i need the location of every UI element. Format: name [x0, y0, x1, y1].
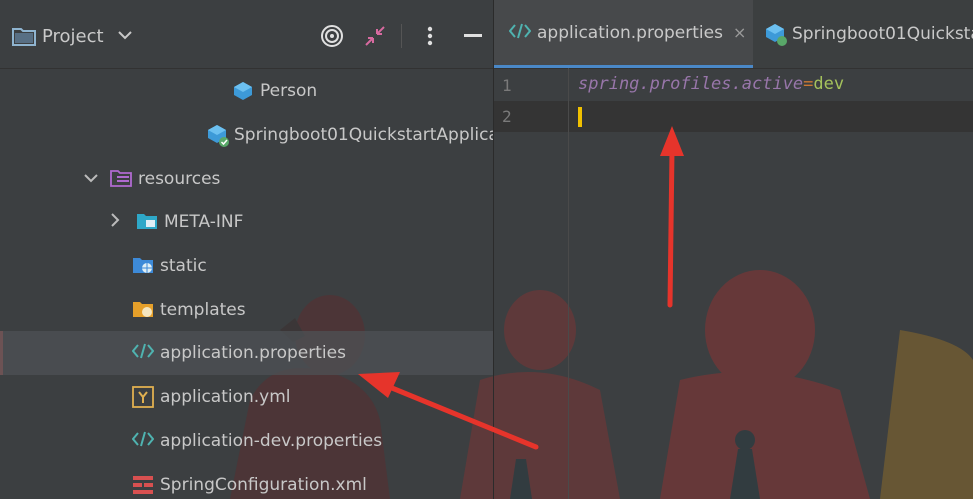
tree-item-meta-inf[interactable]: META-INF [110, 201, 243, 243]
editor-pane: application.properties × Springboot01Qui… [493, 0, 973, 499]
tree-item-label: application-dev.properties [160, 431, 383, 451]
properties-file-icon [131, 342, 155, 364]
project-panel: Project Person Springboot01QuickstartApp… [0, 0, 493, 499]
line-number-gutter: 1 2 [494, 68, 569, 499]
tree-item-application-properties[interactable]: application.properties [0, 331, 493, 375]
tree-item-label: SpringConfiguration.xml [160, 475, 367, 495]
tree-item-resources[interactable]: resources [84, 158, 220, 200]
line-number: 1 [502, 76, 512, 95]
tree-item-label: resources [138, 169, 221, 189]
minimize-icon[interactable] [462, 22, 484, 50]
code-line-1[interactable]: spring.profiles.active=dev [578, 74, 844, 94]
tab-springboot-application[interactable]: Springboot01Quickstar [764, 0, 973, 68]
close-icon[interactable]: × [733, 23, 746, 42]
java-class-icon [232, 80, 254, 102]
tree-item-label: templates [160, 300, 246, 320]
tree-item-static[interactable]: static [132, 245, 207, 287]
tab-label: application.properties [537, 22, 723, 43]
tree-item-label: Person [260, 81, 318, 101]
collapse-icon[interactable] [362, 22, 388, 50]
project-view-selector[interactable]: Project [12, 22, 132, 50]
folder-icon [12, 25, 36, 47]
spring-xml-icon [132, 474, 154, 496]
line-number: 2 [502, 107, 512, 126]
more-vert-icon[interactable] [420, 22, 440, 50]
tree-item-label: Springboot01QuickstartApplicat [234, 125, 493, 145]
chevron-down-icon[interactable] [117, 29, 132, 43]
tree-item-label: META-INF [164, 212, 244, 232]
property-key: spring.profiles.active [578, 74, 804, 94]
resources-folder-icon [110, 168, 132, 190]
web-folder-icon [132, 255, 154, 277]
project-title: Project [42, 25, 104, 47]
templates-folder-icon [132, 299, 154, 321]
properties-file-icon [508, 22, 532, 44]
editor-tab-bar: application.properties × Springboot01Qui… [494, 0, 973, 69]
tab-application-properties[interactable]: application.properties × [494, 0, 753, 68]
toolbar-divider [401, 24, 402, 48]
yaml-file-icon [132, 386, 154, 408]
project-toolbar: Project [0, 0, 493, 69]
tab-label: Springboot01Quickstar [792, 24, 973, 44]
property-equals: = [803, 74, 814, 94]
properties-file-icon [131, 430, 155, 452]
target-icon[interactable] [318, 22, 346, 50]
chevron-right-icon[interactable] [110, 213, 126, 231]
property-value: dev [813, 74, 845, 94]
spring-boot-app-icon [206, 124, 229, 147]
text-caret [578, 107, 582, 127]
tree-item-application-dev-properties[interactable]: application-dev.properties [131, 420, 383, 462]
tree-item-spring-configuration[interactable]: SpringConfiguration.xml [132, 464, 367, 499]
folder-icon [136, 211, 158, 233]
tree-item-label: application.yml [160, 387, 291, 407]
spring-boot-app-icon [764, 23, 787, 46]
tree-item-application-class[interactable]: Springboot01QuickstartApplicat [206, 114, 493, 156]
tree-item-label: static [160, 256, 207, 276]
tree-item-application-yml[interactable]: application.yml [132, 376, 291, 418]
chevron-down-icon[interactable] [84, 171, 100, 187]
tree-item-person[interactable]: Person [232, 70, 317, 112]
tree-item-label: application.properties [160, 343, 346, 363]
tree-item-templates[interactable]: templates [132, 289, 246, 331]
